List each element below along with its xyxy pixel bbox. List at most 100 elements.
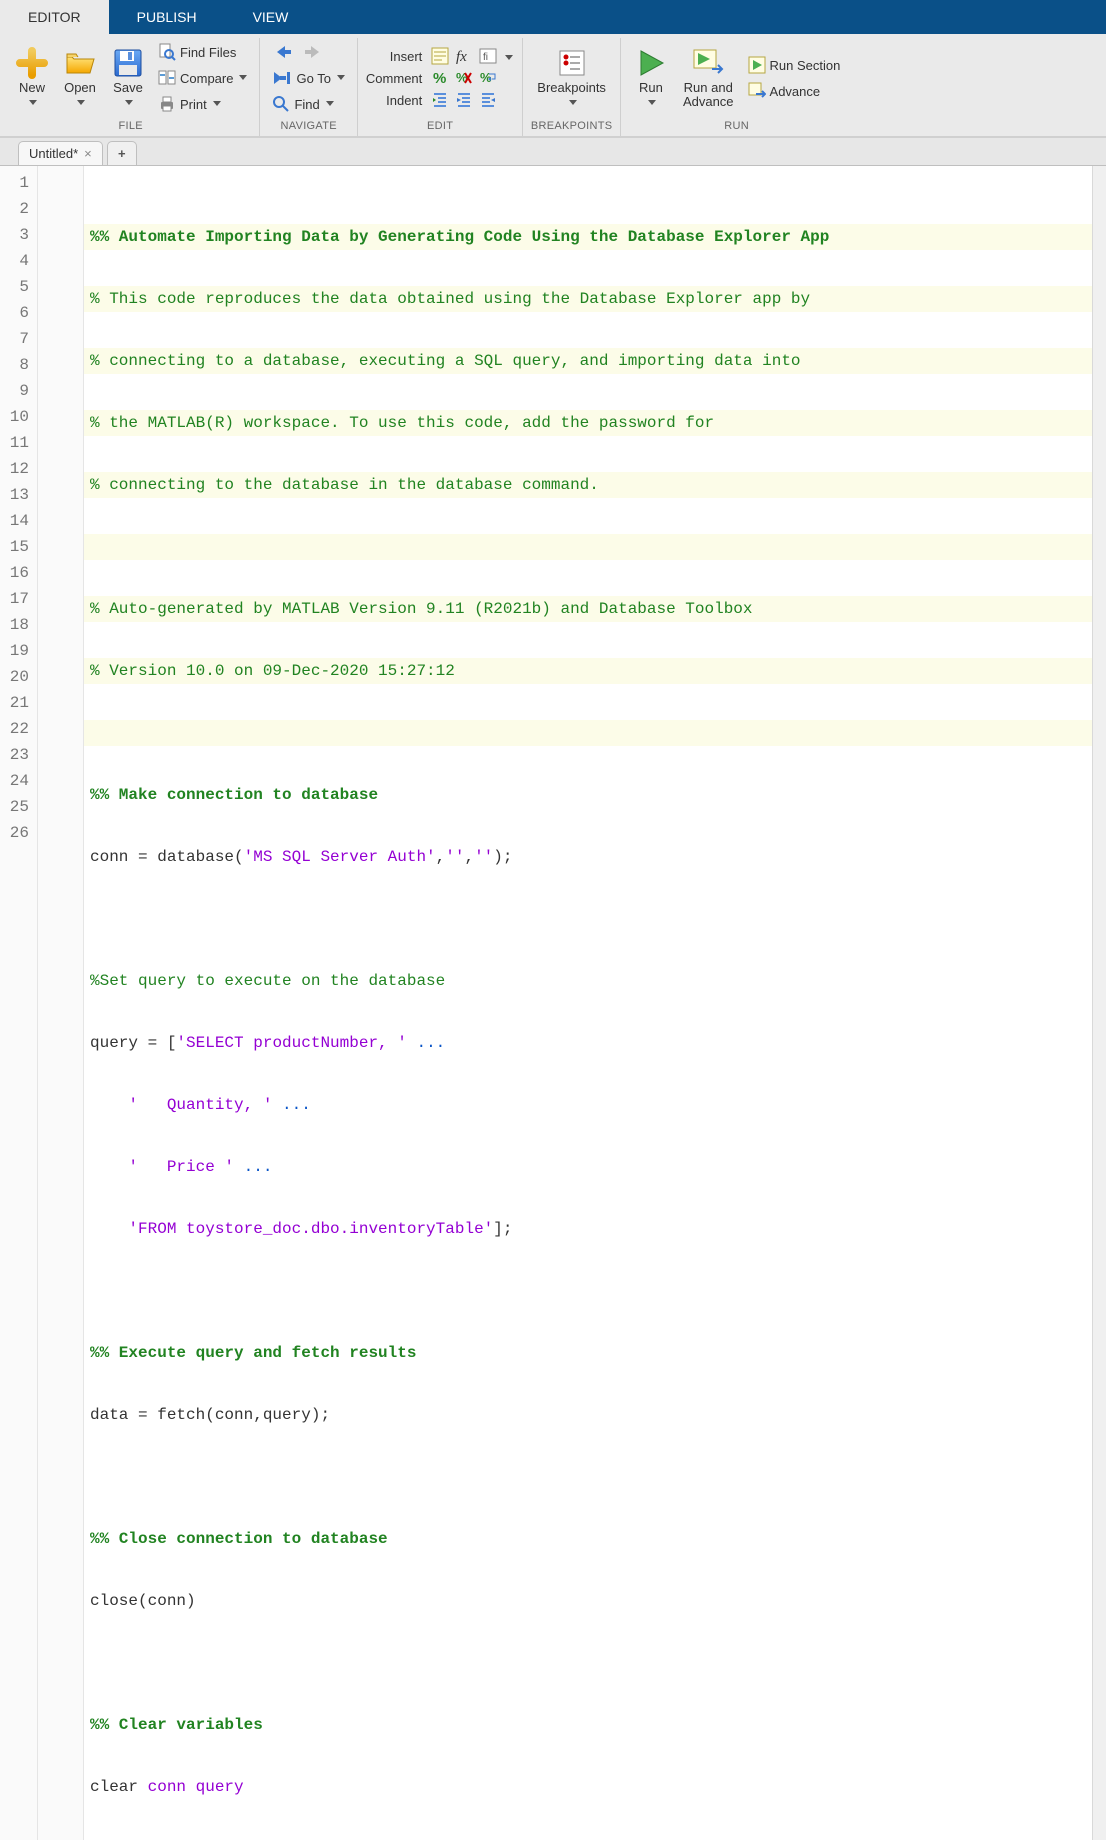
insert-label: Insert: [366, 49, 426, 64]
find-files-icon: [158, 43, 176, 61]
play-icon: [635, 47, 667, 79]
close-icon[interactable]: ×: [84, 146, 92, 161]
tab-publish[interactable]: PUBLISH: [109, 0, 225, 34]
right-margin-strip: [1092, 166, 1106, 1840]
comment-label: Comment: [366, 71, 426, 86]
print-icon: [158, 95, 176, 113]
insert-var-button[interactable]: fi: [478, 46, 498, 66]
group-label-breakpoints: BREAKPOINTS: [527, 118, 616, 136]
fx-icon: fx: [455, 47, 473, 65]
svg-text:%: %: [480, 70, 492, 85]
line-number: 7: [0, 326, 29, 352]
line-number: 12: [0, 456, 29, 482]
run-section-button[interactable]: Run Section: [744, 53, 845, 77]
save-button[interactable]: Save: [106, 45, 150, 112]
indent-left-icon: [479, 91, 497, 109]
chevron-down-icon: [337, 75, 345, 81]
line-number: 1: [0, 170, 29, 196]
comment-button[interactable]: %: [430, 68, 450, 88]
indent-right-button[interactable]: [454, 90, 474, 110]
line-number: 19: [0, 638, 29, 664]
chevron-down-icon: [648, 100, 656, 106]
chevron-down-icon: [125, 100, 133, 106]
chevron-down-icon: [239, 75, 247, 81]
line-number: 10: [0, 404, 29, 430]
new-button[interactable]: New: [10, 45, 54, 112]
open-button[interactable]: Open: [58, 45, 102, 112]
indent-right-icon: [455, 91, 473, 109]
tab-editor[interactable]: EDITOR: [0, 0, 109, 34]
line-number: 21: [0, 690, 29, 716]
toolbar: New Open Save Find Files: [0, 34, 1106, 136]
goto-button[interactable]: Go To: [268, 66, 348, 90]
line-number: 25: [0, 794, 29, 820]
file-tab-name: Untitled*: [29, 146, 78, 161]
line-number: 13: [0, 482, 29, 508]
indent-icon: [431, 91, 449, 109]
line-number: 15: [0, 534, 29, 560]
run-section-icon: [748, 56, 766, 74]
percent-x-icon: %: [455, 69, 473, 87]
group-label-navigate: NAVIGATE: [264, 118, 352, 136]
line-number: 9: [0, 378, 29, 404]
chevron-down-icon: [569, 100, 577, 106]
file-tab[interactable]: Untitled* ×: [18, 141, 103, 165]
print-button[interactable]: Print: [154, 92, 251, 116]
line-number: 11: [0, 430, 29, 456]
insert-fx-button[interactable]: fx: [454, 46, 474, 66]
line-number: 20: [0, 664, 29, 690]
find-files-button[interactable]: Find Files: [154, 40, 251, 64]
indent-left-button[interactable]: [478, 90, 498, 110]
chevron-down-icon: [505, 55, 513, 61]
ribbon-tabs: EDITOR PUBLISH VIEW: [0, 0, 1106, 34]
folder-open-icon: [64, 47, 96, 79]
line-number: 18: [0, 612, 29, 638]
compare-button[interactable]: Compare: [154, 66, 251, 90]
save-icon: [112, 47, 144, 79]
indent-button[interactable]: [430, 90, 450, 110]
chevron-down-icon: [213, 101, 221, 107]
svg-text:fx: fx: [456, 49, 467, 65]
svg-text:fi: fi: [483, 52, 488, 63]
line-number: 5: [0, 274, 29, 300]
plus-icon: [16, 47, 48, 79]
percent-icon: %: [431, 69, 449, 87]
nav-back-button[interactable]: [272, 43, 294, 61]
find-button[interactable]: Find: [268, 92, 348, 116]
chevron-down-icon: [326, 101, 334, 107]
goto-icon: [272, 70, 292, 86]
line-number: 4: [0, 248, 29, 274]
line-number: 16: [0, 560, 29, 586]
run-advance-button[interactable]: Run and Advance: [677, 45, 740, 112]
run-button[interactable]: Run: [629, 45, 673, 112]
indent-label: Indent: [366, 93, 426, 108]
line-number: 24: [0, 768, 29, 794]
group-label-run: RUN: [625, 118, 848, 136]
percent-wrap-icon: %: [479, 69, 497, 87]
file-tab-bar: Untitled* × +: [0, 137, 1106, 165]
line-number-gutter: 1234567891011121314151617181920212223242…: [0, 166, 38, 1840]
chevron-down-icon: [29, 100, 37, 106]
svg-text:%: %: [433, 70, 446, 87]
arrow-right-icon: [303, 44, 323, 60]
nav-fwd-button[interactable]: [302, 43, 324, 61]
advance-icon: [748, 82, 766, 100]
line-number: 8: [0, 352, 29, 378]
search-icon: [272, 95, 290, 113]
variable-icon: fi: [479, 47, 497, 65]
chevron-down-icon: [77, 100, 85, 106]
insert-section-button[interactable]: [430, 46, 450, 66]
new-tab-button[interactable]: +: [107, 141, 137, 165]
uncomment-button[interactable]: %: [454, 68, 474, 88]
insert-more-button[interactable]: [502, 48, 514, 65]
code-editor[interactable]: 1234567891011121314151617181920212223242…: [0, 165, 1106, 1840]
wrap-comment-button[interactable]: %: [478, 68, 498, 88]
tab-view[interactable]: VIEW: [225, 0, 317, 34]
line-number: 22: [0, 716, 29, 742]
code-area[interactable]: %% Automate Importing Data by Generating…: [84, 166, 1106, 1840]
breakpoint-gutter[interactable]: [38, 166, 84, 1840]
breakpoints-button[interactable]: Breakpoints: [531, 45, 612, 112]
advance-button[interactable]: Advance: [744, 79, 845, 103]
line-number: 14: [0, 508, 29, 534]
group-label-edit: EDIT: [362, 118, 518, 136]
